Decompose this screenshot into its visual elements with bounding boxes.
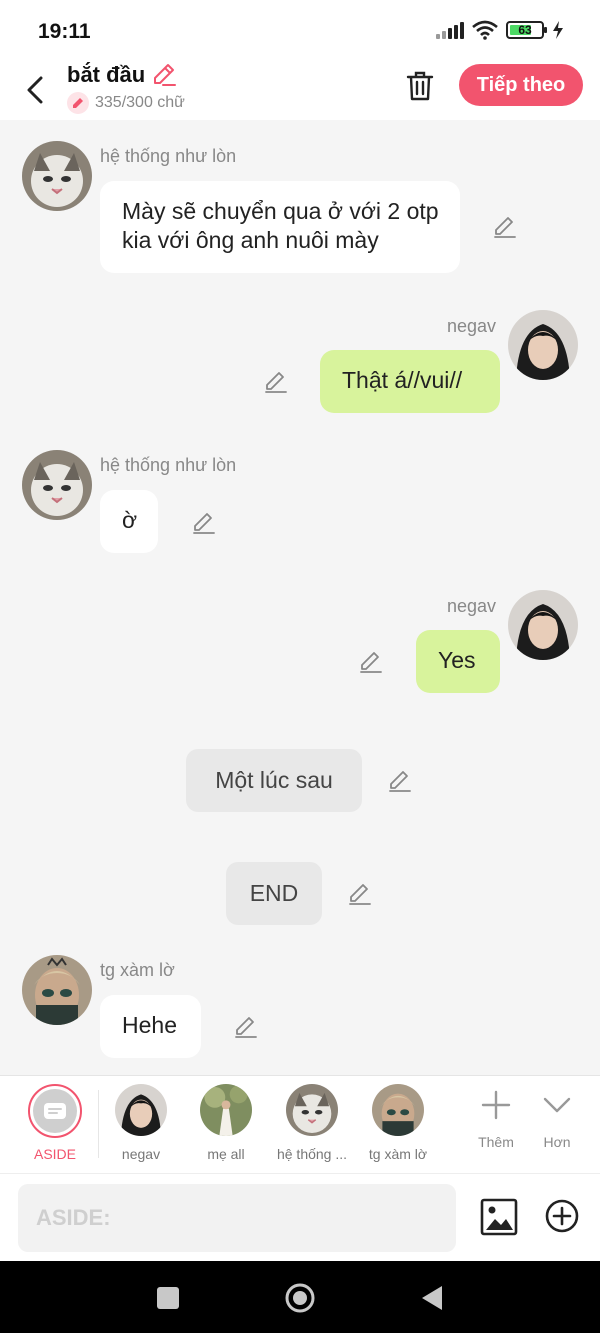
avatar: [372, 1084, 424, 1136]
character-name: hệ thống ...: [276, 1146, 348, 1162]
status-bar: 19:11 63: [0, 0, 600, 60]
chat-area[interactable]: hệ thống như lòn Mày sẽ chuyển qua ở với…: [0, 120, 600, 1075]
edit-message-icon[interactable]: [387, 768, 413, 794]
trash-icon: [406, 71, 434, 101]
edit-message-icon[interactable]: [233, 1014, 259, 1040]
edit-message-icon[interactable]: [347, 881, 373, 907]
word-count: 335/300 chữ: [95, 94, 185, 111]
character-negav[interactable]: negav: [96, 1084, 186, 1162]
character-he-thong[interactable]: hệ thống ...: [267, 1084, 357, 1162]
back-nav-icon: [422, 1286, 442, 1310]
message-bubble[interactable]: ờ: [100, 490, 158, 553]
message-bubble[interactable]: Yes: [416, 630, 500, 693]
edit-message-icon[interactable]: [263, 369, 289, 395]
image-icon[interactable]: [480, 1198, 518, 1236]
input-area: [0, 1173, 600, 1261]
aside-avatar: [28, 1084, 82, 1138]
subtitle-row: 335/300 chữ: [67, 92, 185, 114]
battery-icon: 63: [506, 21, 547, 39]
sender-name: negav: [447, 316, 497, 336]
message-bubble[interactable]: Hehe: [100, 995, 201, 1058]
pencil-badge-icon: [67, 92, 89, 114]
edit-message-icon[interactable]: [191, 510, 217, 536]
add-character-button[interactable]: Thêm: [468, 1090, 524, 1150]
more-label: Thêm: [478, 1134, 514, 1150]
delete-button[interactable]: [402, 68, 438, 104]
avatar: [286, 1084, 338, 1136]
character-bar: ASIDE negav mẹ all hệ thống ... tg xàm l…: [0, 1075, 600, 1173]
home-nav-icon: [285, 1283, 315, 1313]
back-button[interactable]: [20, 68, 50, 112]
navigation-bar: [0, 1261, 600, 1333]
character-name: mẹ all: [207, 1146, 245, 1162]
status-icons: 63: [436, 20, 564, 40]
wifi-icon: [472, 20, 498, 40]
character-aside[interactable]: ASIDE: [10, 1084, 100, 1162]
character-me-all[interactable]: mẹ all: [181, 1084, 271, 1162]
page-title: bắt đầu: [67, 62, 146, 87]
home-button[interactable]: [283, 1281, 317, 1315]
title-row: bắt đầu: [67, 62, 177, 88]
message-input[interactable]: [18, 1184, 456, 1252]
avatar: [200, 1084, 252, 1136]
character-name: negav: [121, 1146, 161, 1162]
signal-icon: [436, 21, 464, 39]
narration-bubble[interactable]: END: [226, 862, 322, 925]
sender-name: hệ thống như lòn: [100, 146, 237, 166]
avatar-cat[interactable]: [22, 141, 92, 211]
plus-circle-icon[interactable]: [545, 1199, 579, 1233]
avatar: [115, 1084, 167, 1136]
system-back-button[interactable]: [415, 1281, 449, 1315]
narration-bubble[interactable]: Một lúc sau: [186, 749, 362, 812]
avatar-negav[interactable]: [508, 310, 578, 380]
charging-icon: [553, 21, 563, 39]
character-name: tg xàm lờ: [368, 1146, 428, 1162]
character-tg-xam-lo[interactable]: tg xàm lờ: [353, 1084, 443, 1162]
edit-message-icon[interactable]: [358, 649, 384, 675]
expand-label: Hơn: [543, 1134, 571, 1150]
narration-icon: [44, 1103, 66, 1119]
edit-message-icon[interactable]: [492, 214, 518, 240]
chevron-down-icon: [543, 1097, 571, 1113]
sender-name: hệ thống như lòn: [100, 455, 237, 475]
sender-name: negav: [447, 596, 497, 616]
avatar-tg-xam-lo[interactable]: [22, 955, 92, 1025]
avatar-negav[interactable]: [508, 590, 578, 660]
battery-level: 63: [518, 23, 532, 37]
recent-apps-button[interactable]: [151, 1281, 185, 1315]
edit-title-icon[interactable]: [151, 62, 177, 88]
character-name: ASIDE: [33, 1146, 76, 1162]
sender-name: tg xàm lờ: [100, 960, 175, 980]
next-button[interactable]: Tiếp theo: [459, 64, 583, 106]
avatar-cat[interactable]: [22, 450, 92, 520]
message-bubble[interactable]: Thật á//vui//: [320, 350, 500, 413]
expand-button[interactable]: Hơn: [529, 1090, 585, 1150]
square-nav-icon: [157, 1287, 179, 1309]
back-arrow-icon: [27, 76, 43, 104]
header: bắt đầu 335/300 chữ Tiếp theo: [0, 60, 600, 120]
status-time: 19:11: [38, 20, 91, 43]
add-icon: [481, 1090, 511, 1120]
message-bubble[interactable]: Mày sẽ chuyển qua ở với 2 otp kia với ôn…: [100, 181, 460, 273]
